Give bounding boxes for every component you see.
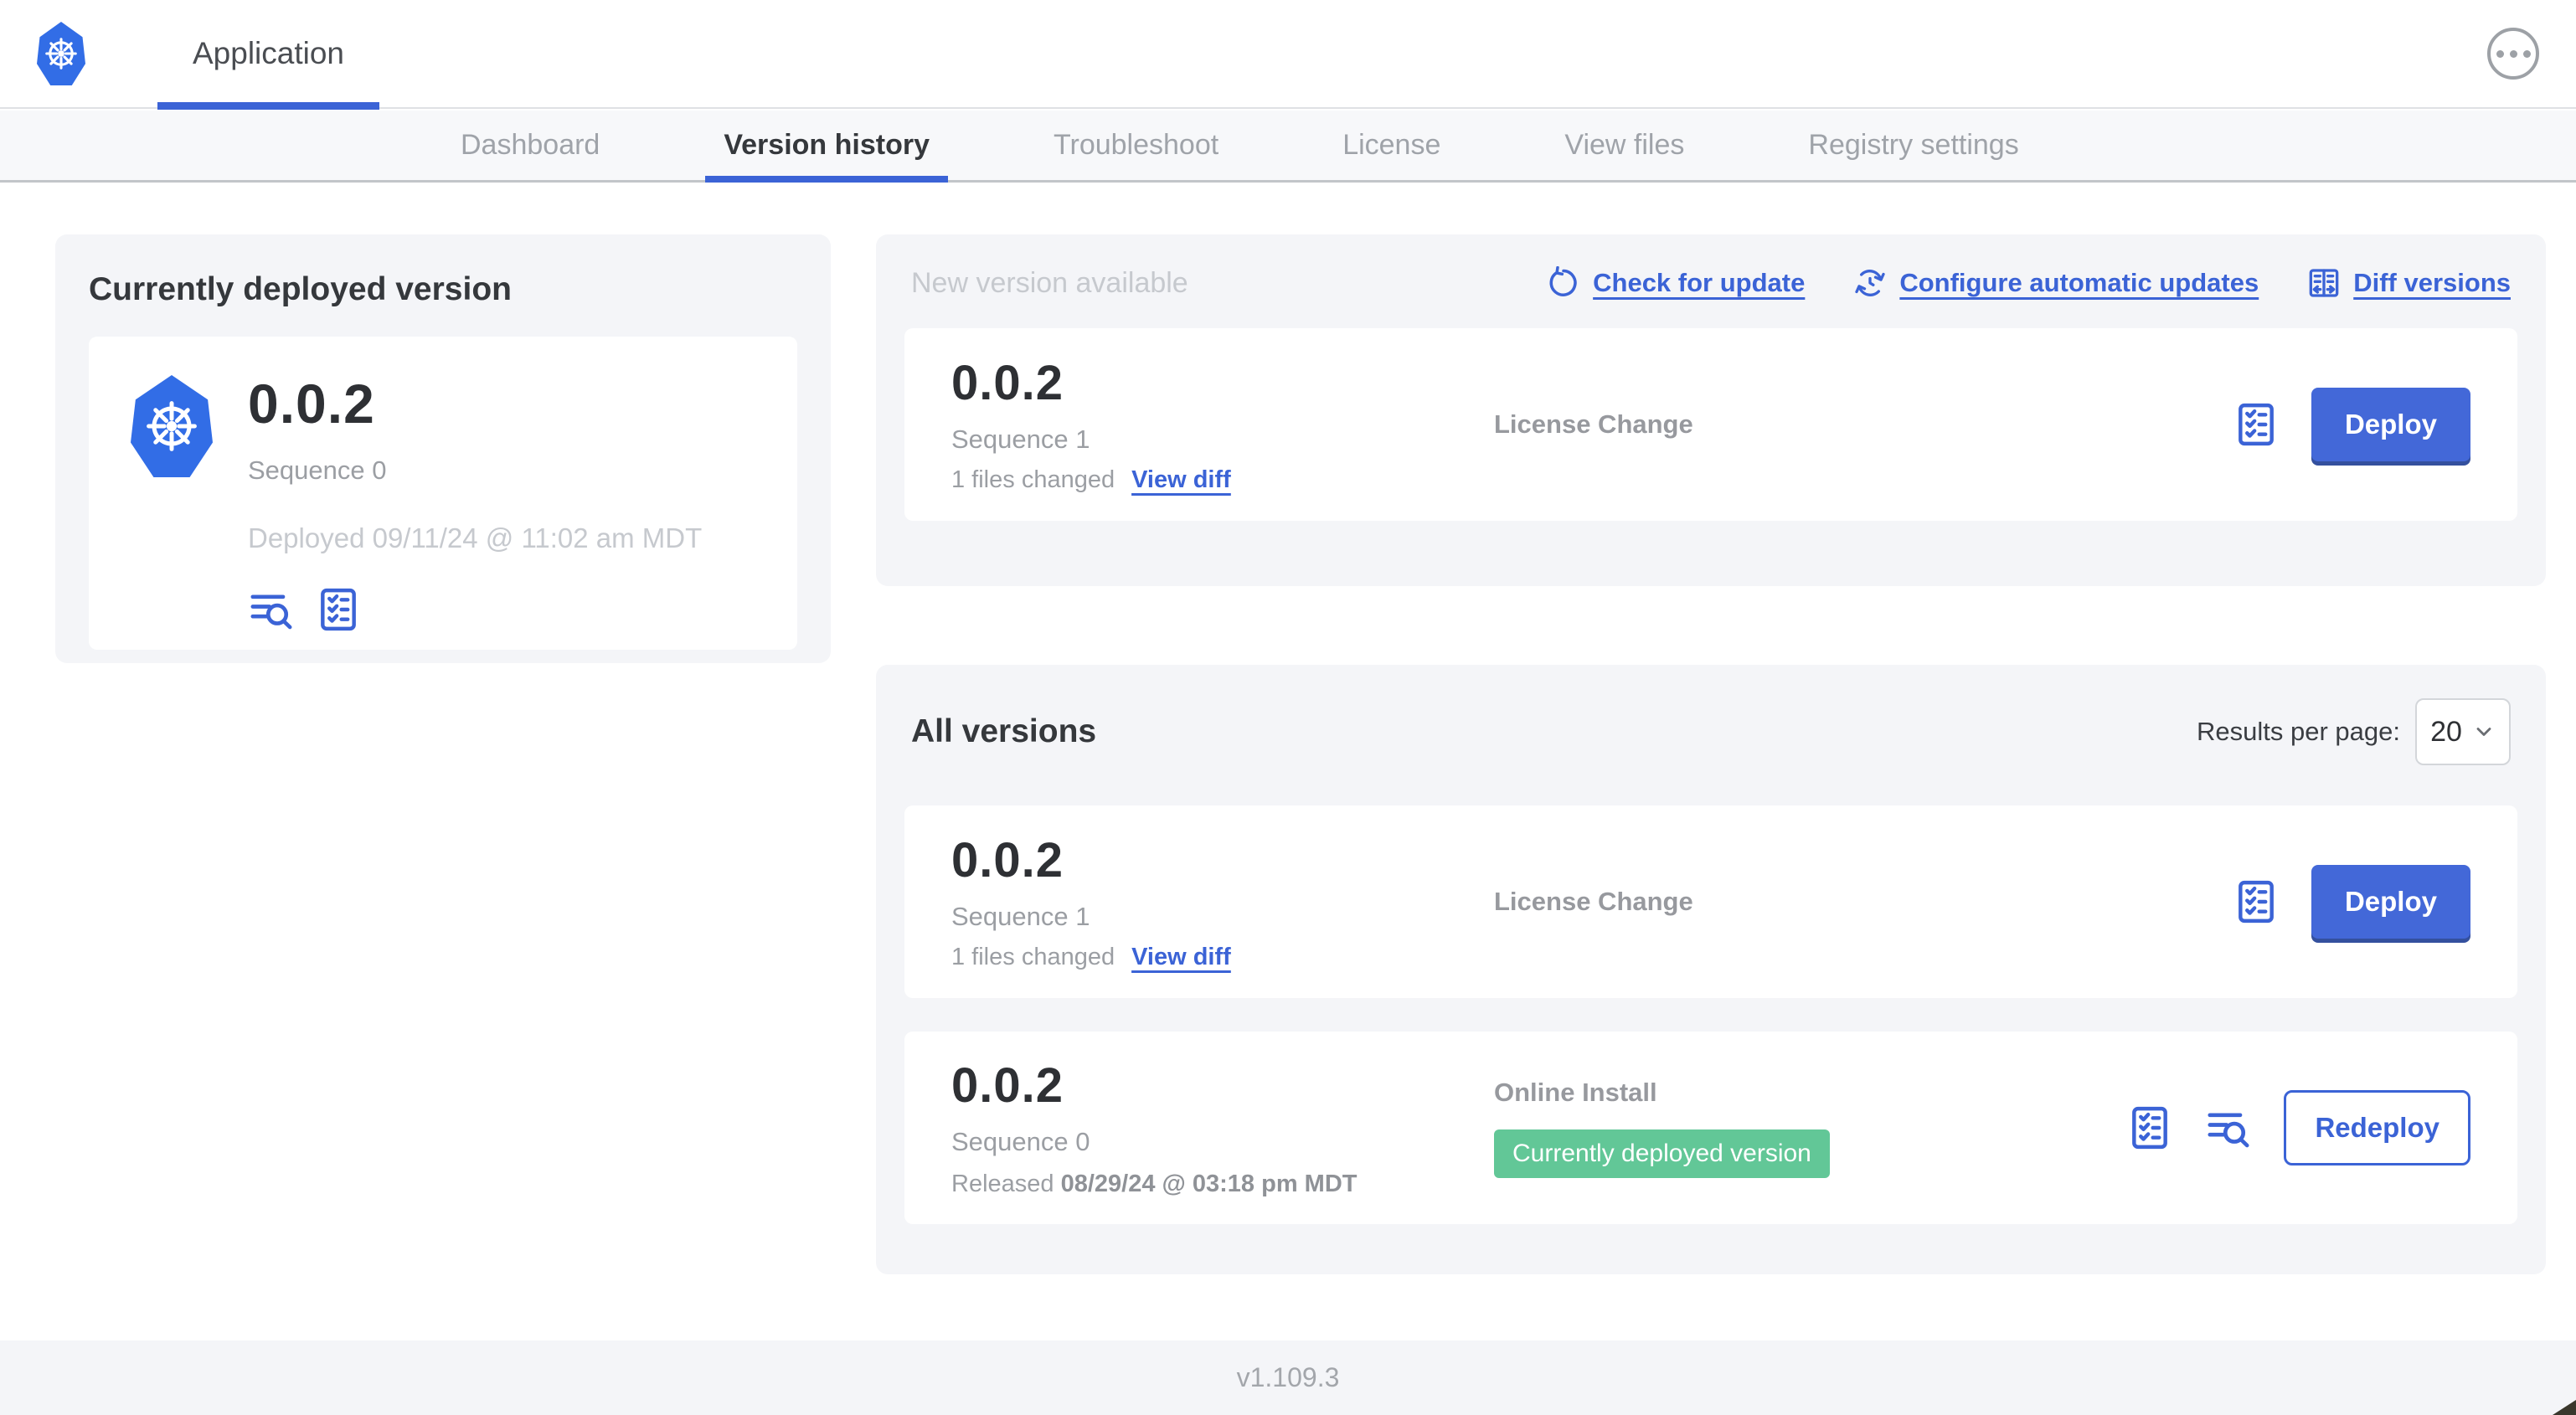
currently-deployed-badge: Currently deployed version [1494,1129,1830,1178]
results-per-page-value: 20 [2430,715,2462,748]
new-version-row: 0.0.2 Sequence 1 1 files changed View di… [904,328,2517,521]
refresh-icon [1549,266,1577,296]
tab-registry-settings[interactable]: Registry settings [1790,111,2037,180]
new-version-title: New version available [911,266,1188,299]
tab-license[interactable]: License [1324,111,1459,180]
more-menu-button[interactable] [2487,28,2539,80]
version-row: 0.0.2 Sequence 0 Released 08/29/24 @ 03:… [904,1032,2517,1224]
tab-dashboard[interactable]: Dashboard [442,111,618,180]
version-number: 0.0.2 [951,356,1064,410]
view-diff-link[interactable]: View diff [1131,944,1231,971]
released-timestamp: Released 08/29/24 @ 03:18 pm MDT [951,1171,1358,1197]
active-tab-underline [705,176,948,183]
kubernetes-logo-icon [131,375,213,477]
version-sequence: Sequence 0 [951,1127,1090,1156]
diff-icon [2309,269,2339,297]
deployed-version-number: 0.0.2 [248,373,375,435]
view-logs-icon[interactable] [2205,1104,2252,1151]
preflight-checklist-icon[interactable] [315,586,362,633]
deployed-sequence: Sequence 0 [248,455,387,485]
app-footer: v1.109.3 [0,1340,2576,1415]
tab-version-history[interactable]: Version history [705,111,948,183]
all-versions-title: All versions [911,713,1097,749]
files-changed-text: 1 files changed [951,944,1115,970]
kubernetes-logo-icon [37,22,85,85]
files-changed-text: 1 files changed [951,466,1115,493]
results-per-page-label: Results per page: [2197,717,2400,746]
tab-view-files[interactable]: View files [1546,111,1703,180]
configure-automatic-updates-link[interactable]: Configure automatic updates [1853,266,2259,300]
window-resize-grip [2553,1400,2576,1415]
currently-deployed-card: 0.0.2 Sequence 0 Deployed 09/11/24 @ 11:… [89,337,797,650]
version-sequence: Sequence 1 [951,424,1090,454]
check-for-update-link[interactable]: Check for update [1547,266,1805,300]
preflight-checklist-icon[interactable] [2233,878,2280,925]
section-nav: Dashboard Version history Troubleshoot L… [0,111,2576,183]
version-source: License Change [1494,409,1693,439]
clock-refresh-icon [1855,270,1886,296]
preflight-checklist-icon[interactable] [2126,1104,2173,1151]
deploy-button[interactable]: Deploy [2311,388,2470,461]
console-version: v1.109.3 [1236,1362,1340,1392]
app-tab-label: Application [193,36,345,70]
currently-deployed-panel: Currently deployed version 0.0.2 Sequenc… [55,234,831,663]
version-source: License Change [1494,887,1693,916]
version-sequence: Sequence 1 [951,902,1090,931]
ellipsis-icon [2496,49,2504,58]
results-per-page-select[interactable]: 20 [2415,698,2511,765]
app-header: Application [0,0,2576,110]
deployed-timestamp: Deployed 09/11/24 @ 11:02 am MDT [248,522,703,553]
tab-troubleshoot[interactable]: Troubleshoot [1035,111,1237,180]
currently-deployed-title: Currently deployed version [89,271,512,307]
view-logs-icon[interactable] [248,586,295,633]
view-diff-link[interactable]: View diff [1131,466,1231,494]
new-version-panel: New version available Check for update C… [876,234,2546,586]
redeploy-button[interactable]: Redeploy [2284,1090,2470,1165]
app-tab[interactable]: Application [157,0,380,110]
chevron-down-icon [2476,728,2491,736]
deploy-button[interactable]: Deploy [2311,865,2470,939]
app-tab-active-underline [157,102,380,110]
version-number: 0.0.2 [951,833,1064,888]
version-row: 0.0.2 Sequence 1 1 files changed View di… [904,805,2517,998]
version-number: 0.0.2 [951,1058,1064,1113]
diff-versions-link[interactable]: Diff versions [2307,266,2511,300]
version-source: Online Install [1494,1078,1657,1107]
all-versions-panel: All versions Results per page: 20 0.0.2 … [876,665,2546,1274]
preflight-checklist-icon[interactable] [2233,401,2280,448]
